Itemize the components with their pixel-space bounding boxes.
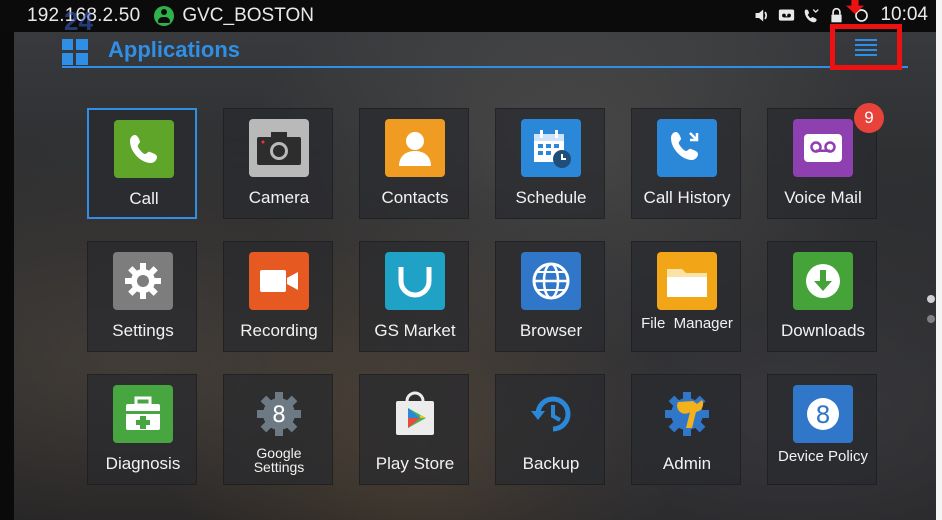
account-name: GVC_BOSTON [182, 5, 314, 26]
watermark-number: 24 [64, 6, 93, 36]
volume-icon [756, 9, 768, 21]
voicemail-icon [793, 119, 853, 177]
contacts-icon [385, 119, 445, 177]
download-icon [793, 252, 853, 310]
app-label: Play Store [375, 454, 455, 473]
market-bag-icon [385, 252, 445, 310]
app-tile-backup[interactable]: Backup [495, 374, 605, 485]
app-tile-browser[interactable]: Browser [495, 241, 605, 352]
notification-badge: 9 [854, 103, 884, 133]
svg-text:8: 8 [815, 401, 830, 429]
google-settings-icon: 8 [249, 385, 309, 443]
play-store-icon [385, 385, 445, 443]
app-tile-gs-market[interactable]: GS Market [359, 241, 469, 352]
device-policy-icon: 8 [793, 385, 853, 443]
app-tile-voice-mail[interactable]: 9 Voice Mail [767, 103, 884, 219]
page-indicator-dot[interactable] [927, 315, 935, 323]
applications-grid-icon [62, 39, 88, 65]
backup-restore-icon [521, 385, 581, 443]
app-tile-google-settings[interactable]: 8 Google Settings [223, 374, 333, 485]
folder-icon [657, 252, 717, 310]
clock: 10:04 [880, 4, 928, 25]
app-tile-file-manager[interactable]: File Manager [631, 241, 741, 352]
page-title: Applications [108, 37, 241, 62]
video-camera-icon [249, 252, 309, 310]
app-label: Contacts [381, 188, 449, 207]
app-label: Recording [240, 321, 318, 340]
title-underline [62, 66, 908, 68]
app-label: Settings [112, 321, 174, 340]
missed-call-icon [805, 8, 820, 22]
app-tile-recording[interactable]: Recording [223, 241, 333, 352]
page-indicator-dot[interactable] [927, 295, 935, 303]
app-label: GS Market [374, 321, 456, 340]
app-tile-settings[interactable]: Settings [87, 241, 197, 352]
app-label: Downloads [780, 321, 866, 340]
app-label: Device Policy [777, 448, 869, 465]
app-tile-downloads[interactable]: Downloads [767, 241, 877, 352]
screen-edge-right [936, 0, 942, 520]
admin-wrench-icon [657, 385, 717, 443]
app-label: Diagnosis [105, 454, 181, 473]
app-tile-call[interactable]: Call [87, 108, 197, 219]
call-history-icon [657, 119, 717, 177]
lock-icon [831, 7, 843, 22]
app-tile-camera[interactable]: Camera [223, 108, 333, 219]
menu-button[interactable] [830, 24, 902, 70]
account-icon [154, 6, 175, 26]
app-bar: Applications [62, 24, 908, 70]
globe-icon [521, 252, 581, 310]
screen-edge-left [0, 0, 14, 520]
camera-icon [249, 119, 309, 177]
svg-text:8: 8 [272, 403, 286, 428]
app-tile-device-policy[interactable]: 8 Device Policy [767, 374, 877, 485]
app-tile-schedule[interactable]: Schedule [495, 108, 605, 219]
app-tile-diagnosis[interactable]: Diagnosis [87, 374, 197, 485]
app-label: Browser [519, 321, 583, 340]
app-label: Google Settings [253, 445, 305, 475]
phone-icon [114, 120, 174, 178]
app-label: File Manager [641, 315, 733, 332]
gear-icon [113, 252, 173, 310]
account-indicator: GVC_BOSTON [154, 5, 314, 27]
app-label: Admin [662, 454, 712, 473]
voicemail-icon [779, 9, 795, 21]
app-tile-admin[interactable]: Admin [631, 374, 741, 485]
app-label: Call [129, 189, 159, 208]
app-tile-play-store[interactable]: Play Store [359, 374, 469, 485]
app-tile-contacts[interactable]: Contacts [359, 108, 469, 219]
app-label: Schedule [515, 188, 587, 207]
app-label: Voice Mail [784, 188, 862, 207]
app-label: Backup [522, 454, 580, 473]
app-tile-call-history[interactable]: Call History [631, 108, 741, 219]
calendar-icon [521, 119, 581, 177]
menu-list-icon [855, 39, 877, 56]
app-label: Call History [643, 188, 731, 207]
first-aid-icon [113, 385, 173, 443]
app-label: Camera [248, 188, 310, 207]
status-bar: 192.168.2.50 GVC_BOSTON 10:04 [0, 0, 936, 32]
